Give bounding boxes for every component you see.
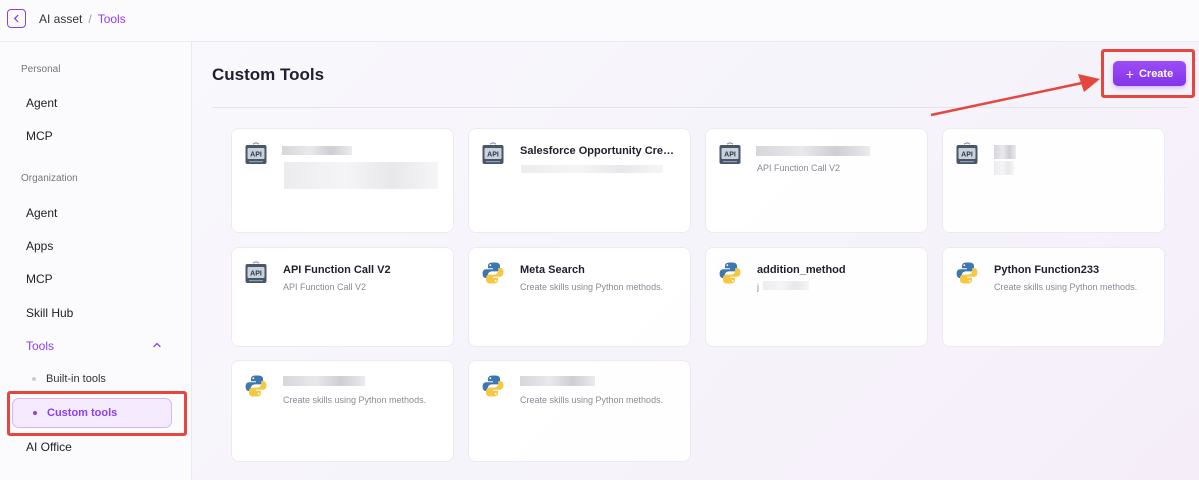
sidebar-item-built-in-tools[interactable]: Built-in tools	[12, 364, 172, 394]
redacted-text	[994, 145, 1016, 159]
sidebar-item-personal-mcp[interactable]: MCP	[26, 129, 53, 143]
tool-description: API Function Call V2	[283, 282, 367, 292]
tool-card[interactable]: Python Function233 Create skills using P…	[942, 247, 1165, 347]
redacted-text	[756, 146, 870, 156]
chevron-left-icon	[13, 14, 19, 23]
svg-text:API: API	[961, 152, 973, 159]
tool-card[interactable]: Create skills using Python methods.	[231, 360, 454, 462]
top-bar: AI asset / Tools	[0, 0, 1199, 42]
plus-icon: +	[1125, 65, 1134, 82]
create-button-label: Create	[1138, 67, 1174, 80]
sidebar-item-tools[interactable]: Tools	[26, 339, 54, 353]
svg-text:API: API	[724, 152, 736, 159]
tool-card[interactable]: API API Function Call V2	[705, 128, 928, 233]
section-label-personal: Personal	[21, 64, 61, 75]
redacted-text	[763, 281, 809, 290]
tool-card[interactable]: API Salesforce Opportunity Creati...	[468, 128, 691, 233]
redacted-text	[994, 161, 1014, 175]
tool-description: Create skills using Python methods.	[520, 282, 664, 292]
back-button[interactable]	[7, 9, 26, 28]
api-icon: API	[955, 142, 979, 166]
python-icon	[244, 374, 268, 398]
sidebar-item-apps[interactable]: Apps	[26, 239, 53, 253]
tool-name: addition_method	[757, 264, 846, 276]
bullet-icon	[32, 377, 36, 381]
tool-description: API Function Call V2	[757, 163, 841, 173]
tool-name: Meta Search	[520, 264, 585, 276]
python-icon	[955, 261, 979, 285]
svg-text:API: API	[250, 271, 262, 278]
tool-card[interactable]: API	[942, 128, 1165, 233]
breadcrumb: AI asset / Tools	[39, 12, 126, 26]
redacted-text	[282, 146, 352, 155]
tool-name: API Function Call V2	[283, 264, 391, 276]
api-icon: API	[244, 261, 268, 285]
sidebar-item-ai-office[interactable]: AI Office	[26, 440, 72, 454]
breadcrumb-root[interactable]: AI asset	[39, 12, 82, 26]
redacted-text	[283, 376, 365, 386]
create-button[interactable]: + Create	[1113, 61, 1186, 86]
sidebar-item-org-mcp[interactable]: MCP	[26, 272, 53, 286]
sidebar-item-label: Built-in tools	[46, 373, 106, 385]
tool-description: Create skills using Python methods.	[283, 395, 427, 405]
section-label-organization: Organization	[21, 173, 78, 184]
tool-card[interactable]: addition_method j	[705, 247, 928, 347]
svg-text:API: API	[487, 152, 499, 159]
chevron-up-icon[interactable]	[152, 340, 162, 350]
sidebar-item-org-agent[interactable]: Agent	[26, 206, 57, 220]
api-icon: API	[244, 142, 268, 166]
redacted-text	[521, 165, 663, 173]
tool-card[interactable]: API API Function Call V2 API Function Ca…	[231, 247, 454, 347]
breadcrumb-current: Tools	[97, 12, 126, 26]
python-icon	[481, 374, 505, 398]
tool-card[interactable]: Create skills using Python methods.	[468, 360, 691, 462]
tool-name: Python Function233	[994, 264, 1100, 276]
tool-description: Create skills using Python methods.	[994, 282, 1138, 292]
page-title: Custom Tools	[212, 65, 325, 84]
redacted-text	[284, 162, 438, 189]
python-icon	[481, 261, 505, 285]
tool-card[interactable]: API	[231, 128, 454, 233]
tool-name: Salesforce Opportunity Creati...	[520, 145, 680, 157]
api-icon: API	[481, 142, 505, 166]
python-icon	[718, 261, 742, 285]
tool-card[interactable]: Meta Search Create skills using Python m…	[468, 247, 691, 347]
tool-description: Create skills using Python methods.	[520, 395, 664, 405]
sidebar-item-skill-hub[interactable]: Skill Hub	[26, 306, 73, 320]
sidebar-item-personal-agent[interactable]: Agent	[26, 96, 57, 110]
svg-text:API: API	[250, 152, 262, 159]
api-icon: API	[718, 142, 742, 166]
breadcrumb-separator: /	[88, 12, 92, 26]
divider	[212, 107, 1187, 108]
redacted-text	[520, 376, 595, 386]
highlight-box-sidebar	[7, 391, 187, 436]
